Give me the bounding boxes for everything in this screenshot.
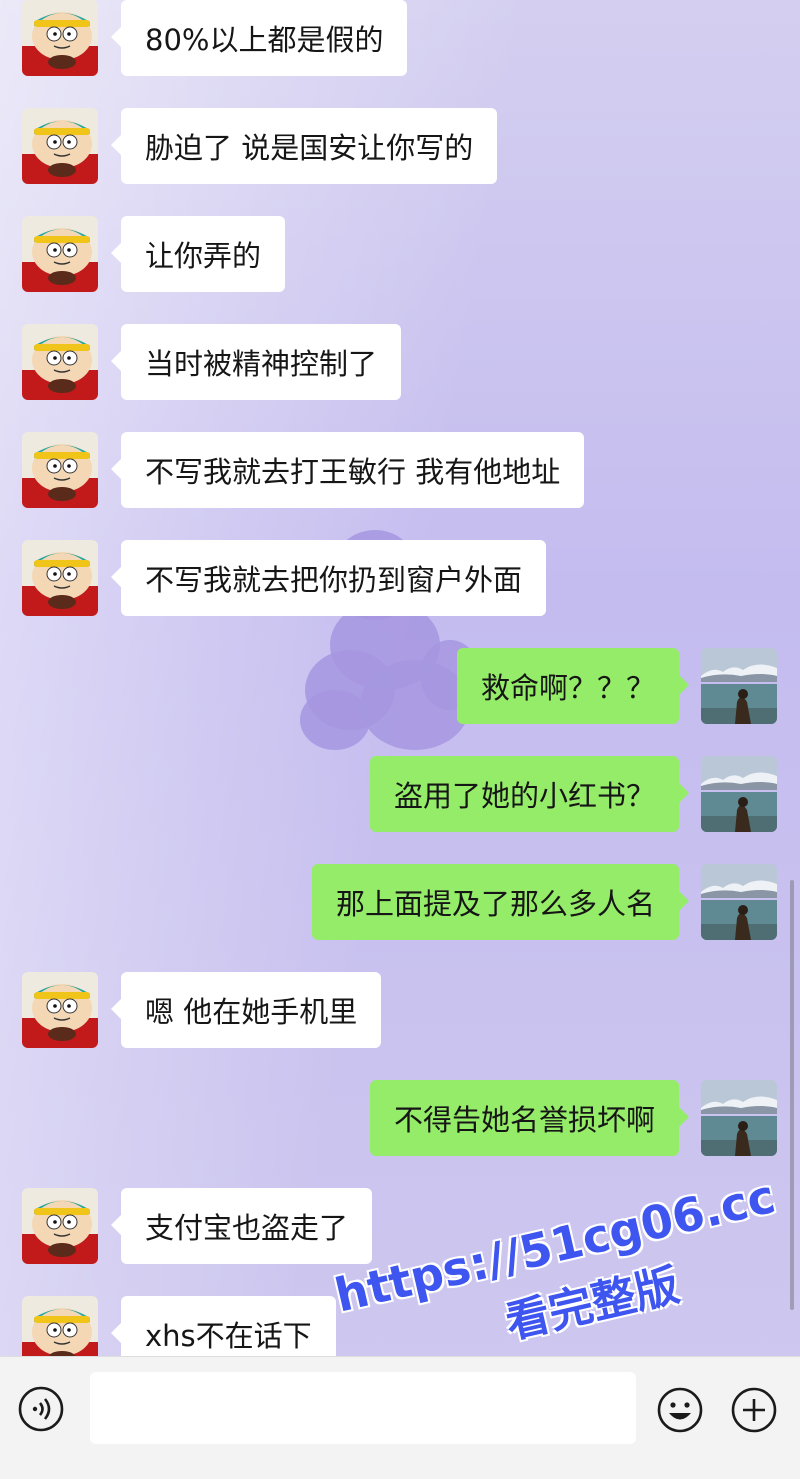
message-row-incoming: 让你弄的 [0,216,800,296]
message-bubble[interactable]: 那上面提及了那么多人名 [311,864,689,940]
message-text: 不写我就去把你扔到窗户外面 [145,563,523,597]
bubble-tail [111,243,121,263]
emoji-icon[interactable] [656,1386,704,1434]
scrollbar[interactable] [790,880,794,1310]
message-row-incoming: 不写我就去把你扔到窗户外面 [0,540,800,620]
cartoon-avatar-icon[interactable] [22,324,98,400]
bubble-tail [111,459,121,479]
bubble-tail [679,783,689,803]
cartoon-avatar-icon[interactable] [22,0,98,76]
message-row-incoming: 80%以上都是假的 [0,0,800,80]
cartoon-avatar-icon[interactable] [22,432,98,508]
message-text: 不得告她名誉损坏啊 [393,1103,655,1137]
message-bubble[interactable]: 不写我就去把你扔到窗户外面 [111,540,547,616]
message-text: 80%以上都是假的 [145,23,384,57]
message-bubble[interactable]: 不得告她名誉损坏啊 [369,1080,689,1156]
landscape-avatar-icon[interactable] [701,648,777,724]
bubble-tail [111,27,121,47]
cartoon-avatar-icon[interactable] [22,216,98,292]
bubble-tail [111,567,121,587]
message-row-outgoing: 不得告她名誉损坏啊 [0,1080,800,1160]
message-text: 那上面提及了那么多人名 [335,887,655,921]
message-row-incoming: 胁迫了 说是国安让你写的 [0,108,800,188]
landscape-avatar-icon[interactable] [701,1080,777,1156]
message-text: xhs不在话下 [145,1319,312,1353]
message-text: 当时被精神控制了 [145,347,378,381]
message-row-outgoing: 救命啊？？？ [0,648,800,728]
message-row-outgoing: 那上面提及了那么多人名 [0,864,800,944]
message-text: 胁迫了 说是国安让你写的 [145,131,474,165]
bubble-tail [679,891,689,911]
message-row-incoming: 不写我就去打王敏行 我有他地址 [0,432,800,512]
message-row-incoming: 当时被精神控制了 [0,324,800,404]
message-row-outgoing: 盗用了她的小红书？ [0,756,800,836]
message-bubble[interactable]: 让你弄的 [111,216,286,292]
bubble-tail [111,1215,121,1235]
message-text: 嗯 他在她手机里 [145,995,358,1029]
landscape-avatar-icon[interactable] [701,756,777,832]
plus-icon[interactable] [730,1386,778,1434]
message-text: 让你弄的 [145,239,262,273]
bubble-tail [111,135,121,155]
message-bubble[interactable]: 支付宝也盗走了 [111,1188,373,1264]
bubble-tail [111,999,121,1019]
bubble-tail [111,351,121,371]
landscape-avatar-icon[interactable] [701,864,777,940]
message-text: 救命啊？？？ [480,671,655,705]
message-bubble[interactable]: 救命啊？？？ [456,648,689,724]
cartoon-avatar-icon[interactable] [22,1188,98,1264]
message-bubble[interactable]: 不写我就去打王敏行 我有他地址 [111,432,585,508]
bubble-tail [679,675,689,695]
cartoon-avatar-icon[interactable] [22,108,98,184]
cartoon-avatar-icon[interactable] [22,972,98,1048]
bubble-tail [111,1323,121,1343]
message-text: 盗用了她的小红书？ [393,779,655,813]
message-bubble[interactable]: 盗用了她的小红书？ [369,756,689,832]
bubble-tail [679,1107,689,1127]
message-text: 支付宝也盗走了 [145,1211,349,1245]
message-row-incoming: 嗯 他在她手机里 [0,972,800,1052]
message-bubble[interactable]: 当时被精神控制了 [111,324,402,400]
message-text: 不写我就去打王敏行 我有他地址 [145,455,561,489]
voice-icon[interactable] [18,1386,64,1432]
cartoon-avatar-icon[interactable] [22,540,98,616]
message-bubble[interactable]: 嗯 他在她手机里 [111,972,382,1048]
message-bubble[interactable]: 胁迫了 说是国安让你写的 [111,108,498,184]
message-bubble[interactable]: 80%以上都是假的 [111,0,408,76]
